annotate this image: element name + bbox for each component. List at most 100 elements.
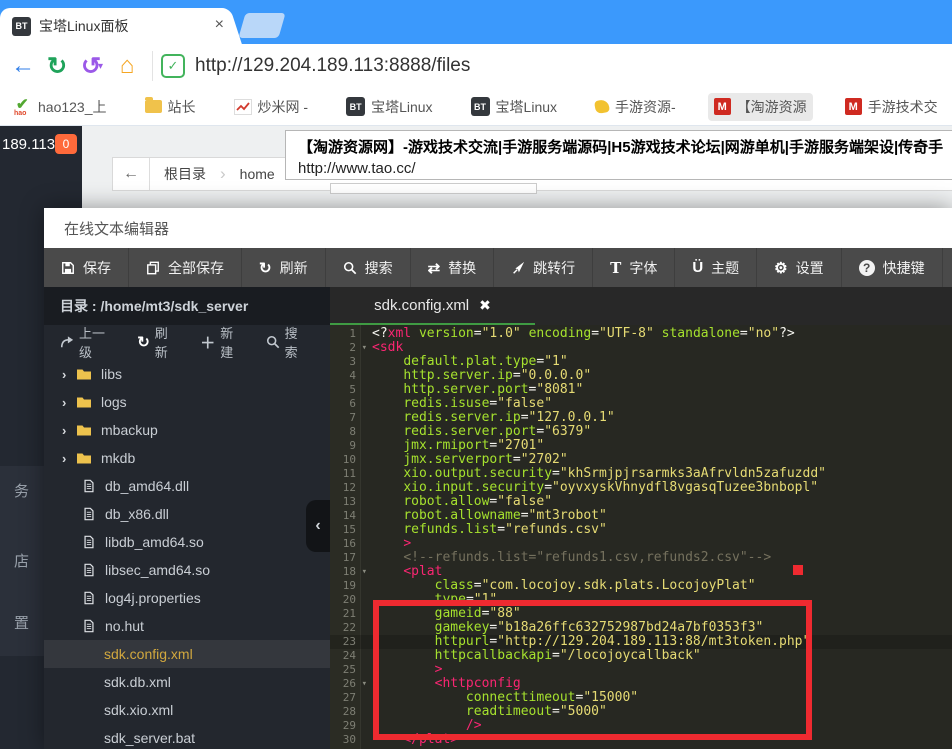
browser-tab[interactable]: BT 宝塔Linux面板 × [0, 8, 222, 44]
button-label: 全部保存 [168, 258, 224, 278]
tree-new-button[interactable]: ＋新建 [200, 323, 245, 361]
tab-close-icon[interactable]: × [215, 16, 224, 34]
code-text: <!--refunds.list="refunds1.csv,refunds2.… [360, 551, 771, 565]
tree-item-label: sdk.db.xml [104, 674, 171, 690]
tree-item-sdk.db.xml[interactable]: sdk.db.xml [44, 668, 330, 696]
code-editor[interactable]: sdk.config.xml ✖ 1<?xml version="1.0" en… [330, 287, 952, 749]
tree-item-libsec_amd64.so[interactable]: libsec_amd64.so [44, 556, 330, 584]
tree-item-label: logs [101, 394, 127, 410]
browser-titlebar: BT 宝塔Linux面板 × [0, 0, 952, 44]
tree-item-mbackup[interactable]: ›mbackup [44, 416, 330, 444]
chevron-right-icon[interactable]: › [62, 451, 76, 466]
line-number: 11 [330, 467, 360, 481]
fold-icon[interactable]: ▾ [362, 565, 367, 579]
bt-bookmark-icon: BT [471, 97, 490, 116]
home-button[interactable]: ⌂ [110, 52, 144, 80]
address-bar[interactable]: http://129.204.189.113:8888/files [195, 55, 470, 77]
tree-refresh-button[interactable]: ↻刷新 [137, 323, 180, 361]
line-number: 8 [330, 425, 360, 439]
editor-tab-filename: sdk.config.xml [374, 297, 469, 314]
plus-icon: ＋ [200, 332, 215, 353]
fold-icon[interactable]: ▾ [362, 677, 367, 691]
bookmark-item[interactable]: ✔haohao123_上 [8, 93, 113, 121]
chevron-right-icon[interactable]: › [62, 395, 76, 410]
breadcrumb-back-icon[interactable]: ← [113, 158, 150, 190]
bookmark-label: 【淘游资源 [737, 97, 807, 117]
bookmark-item[interactable]: 手游资源- [589, 93, 682, 121]
code-line: 6 redis.isuse="false" [330, 397, 952, 411]
annotation-dot [793, 565, 803, 575]
chevron-right-icon[interactable]: › [62, 423, 76, 438]
font-button[interactable]: T字体 [593, 248, 675, 287]
tree-item-db_amd64.dll[interactable]: db_amd64.dll [44, 472, 330, 500]
up-icon [60, 335, 74, 349]
editor-tab-active[interactable]: sdk.config.xml ✖ [330, 287, 535, 325]
code-line: 10 jmx.serverport="2702" [330, 453, 952, 467]
save-button[interactable]: 保存 [44, 248, 129, 287]
bookmark-item[interactable]: M手游技术交 [839, 93, 944, 121]
new-tab-button[interactable] [238, 13, 285, 38]
back-button[interactable]: ← [6, 52, 40, 80]
editor-tabbar: sdk.config.xml ✖ [330, 287, 952, 325]
tree-item-label: mkdb [101, 450, 135, 466]
browser-tab-title: 宝塔Linux面板 [39, 16, 169, 36]
code-line: 1<?xml version="1.0" encoding="UTF-8" st… [330, 327, 952, 341]
replace-button[interactable]: ⇄替换 [411, 248, 495, 287]
tree-item-logs[interactable]: › logs [44, 388, 330, 416]
bookmark-item[interactable]: 炒米网 - [228, 93, 315, 121]
browser-navbar: ← ↻ ↺ ▾ ⌂ ✓ http://129.204.189.113:8888/… [0, 44, 952, 88]
button-label: 刷新 [280, 258, 308, 278]
tree-up-level-button[interactable]: 上一级 [60, 323, 117, 361]
tree-item-sdk.config.xml[interactable]: sdk.config.xml [44, 640, 330, 668]
search-button[interactable]: 搜索 [326, 248, 411, 287]
online-editor-modal: 在线文本编辑器 保存全部保存↻刷新搜索⇄替换跳转行T字体Ü主题⚙设置?快捷键 目… [44, 208, 952, 749]
bookmark-item[interactable]: M【淘游资源 [708, 93, 813, 121]
refresh-button[interactable]: ↻刷新 [242, 248, 326, 287]
line-number: 26▾ [330, 677, 360, 691]
reload-button[interactable]: ↻ [40, 52, 74, 81]
bookmark-label: 宝塔Linux [496, 97, 557, 117]
security-shield-icon[interactable]: ✓ [161, 54, 185, 78]
save-all-button[interactable]: 全部保存 [129, 248, 242, 287]
line-number: 22 [330, 621, 360, 635]
breadcrumb-item[interactable]: 根目录 [150, 158, 220, 190]
tree-item-mkdb[interactable]: › mkdb [44, 444, 330, 472]
code-text: redis.server.ip="127.0.0.1" [360, 411, 615, 425]
bookmark-item[interactable]: BT宝塔Linux [340, 93, 438, 121]
code-text: default.plat.type="1" [360, 355, 568, 369]
bookmark-item[interactable]: 站长 [139, 93, 202, 121]
breadcrumb-item[interactable]: home [226, 158, 289, 190]
fold-icon[interactable]: ▾ [362, 341, 367, 355]
hotkeys-button[interactable]: ?快捷键 [842, 248, 943, 287]
file-icon [82, 619, 96, 633]
tree-item-sdk.xio.xml[interactable]: sdk.xio.xml [44, 696, 330, 724]
panel-collapse-handle[interactable]: ‹ [306, 500, 330, 552]
code-line: 5 http.server.port="8081" [330, 383, 952, 397]
code-area[interactable]: 1<?xml version="1.0" encoding="UTF-8" st… [330, 325, 952, 749]
theme-button[interactable]: Ü主题 [675, 248, 757, 287]
tree-search-button[interactable]: 搜索 [266, 323, 310, 361]
tree-item-libs[interactable]: ›libs [44, 360, 330, 388]
sidebar-item[interactable]: 店 [14, 550, 29, 571]
undo-dropdown-icon[interactable]: ▾ [98, 61, 110, 72]
tree-item-log4j.properties[interactable]: log4j.properties [44, 584, 330, 612]
tab-close-icon[interactable]: ✖ [479, 297, 491, 314]
button-label: 跳转行 [533, 258, 575, 278]
tree-item-sdk_server.bat[interactable]: sdk_server.bat [44, 724, 330, 749]
message-badge[interactable]: 0 [55, 134, 77, 154]
tree-item-libdb_amd64.so[interactable]: libdb_amd64.so [44, 528, 330, 556]
line-number: 27 [330, 691, 360, 705]
goto-line-button[interactable]: 跳转行 [494, 248, 593, 287]
folder-icon [76, 366, 92, 382]
sidebar-item[interactable]: 务 [14, 480, 29, 501]
folder-icon [76, 422, 92, 438]
sidebar-item[interactable]: 置 [14, 612, 29, 633]
bookmark-item[interactable]: BT 宝塔Linux [465, 93, 563, 121]
chevron-right-icon[interactable]: › [62, 367, 76, 382]
bookmark-label: 手游资源- [615, 97, 676, 117]
line-number: 23 [330, 635, 360, 649]
search-icon [266, 335, 280, 349]
tree-item-no.hut[interactable]: no.hut [44, 612, 330, 640]
settings-button[interactable]: ⚙设置 [757, 248, 841, 287]
tree-item-db_x86.dll[interactable]: db_x86.dll [44, 500, 330, 528]
